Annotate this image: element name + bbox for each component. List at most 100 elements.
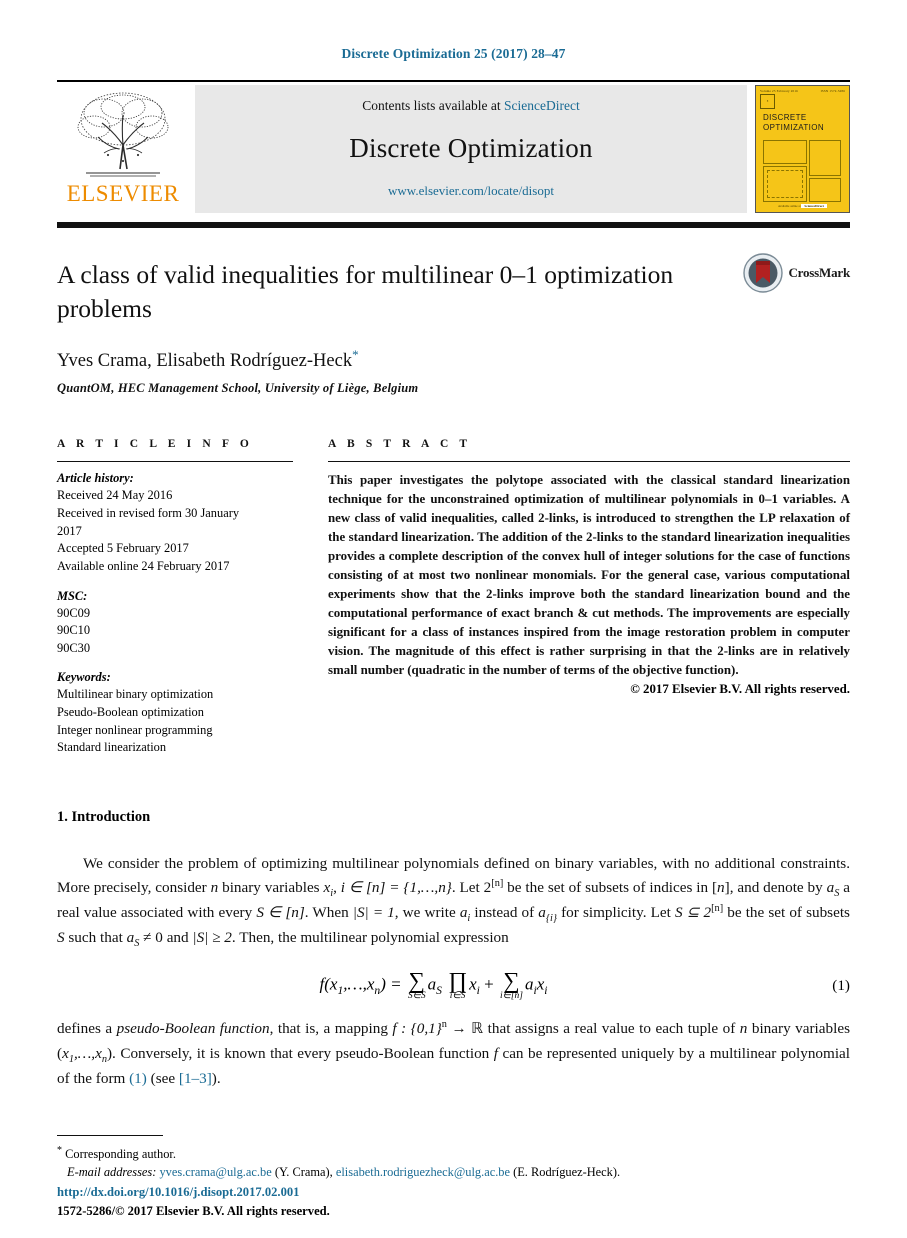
citation-link[interactable]: [1–3] <box>179 1070 212 1087</box>
intro-p1-text-d: . Let 2 <box>451 879 492 897</box>
author-list: Yves Crama, Elisabeth Rodríguez-Heck* <box>57 347 850 372</box>
math-index-set: i ∈ [n] = {1,…,n} <box>340 879 452 897</box>
cover-issn-line: ISSN 1572-5286 <box>820 89 845 93</box>
cover-title-line-1: DISCRETE <box>763 113 807 122</box>
eq-coef-1: a <box>427 974 437 994</box>
intro-p1-text-h: . When <box>304 904 353 922</box>
equation-reference-link[interactable]: (1) <box>129 1070 147 1087</box>
doi-link[interactable]: http://dx.doi.org/10.1016/j.disopt.2017.… <box>57 1185 330 1200</box>
journal-masthead: ELSEVIER Contents lists available at Sci… <box>57 80 850 213</box>
title-block: CrossMark A class of valid inequalities … <box>57 253 850 396</box>
math-sup-n-2: [n] <box>711 902 724 914</box>
cover-volume-line: Volume 25 February 2016 <box>760 89 798 93</box>
eq-sum-2: ∑ i∈[n] <box>499 968 523 1002</box>
footnote-corresponding-author: * Corresponding author. <box>57 1143 850 1164</box>
email-owner-crama: (Y. Crama), <box>274 1165 333 1180</box>
intro-p1-text-i: , we write <box>394 904 460 922</box>
cover-title: DISCRETE OPTIMIZATION <box>763 113 849 133</box>
article-history-label: Article history: <box>57 471 134 486</box>
intro-p1-text-m: such that <box>64 928 127 946</box>
intro-p1-text-e: be the set of subsets of indices in [ <box>503 879 718 897</box>
msc-item: 90C09 <box>57 605 91 620</box>
article-info-column: A R T I C L E I N F O Article history: R… <box>57 438 293 756</box>
product-limit: i∈S <box>449 991 466 1002</box>
history-item: Available online 24 February 2017 <box>57 558 230 573</box>
section-heading-introduction: 1. Introduction <box>57 808 151 825</box>
history-item: Accepted 5 February 2017 <box>57 541 189 556</box>
intro-p1-text-o: . Then, the multilinear polynomial expre… <box>231 928 509 946</box>
contents-band: Contents lists available at ScienceDirec… <box>195 85 747 213</box>
msc-item: 90C30 <box>57 640 91 655</box>
math-tuple-mid: ,…,x <box>73 1045 102 1063</box>
eq-plus: + <box>484 974 494 994</box>
sum-glyph-2: ∑ <box>503 968 520 994</box>
keywords-label: Keywords: <box>57 670 111 685</box>
footnote-emails: E-mail addresses: yves.crama@ulg.ac.be (… <box>57 1163 850 1182</box>
intro-p1-text-l: be the set of subsets <box>723 904 850 922</box>
sum-glyph: ∑ <box>408 968 425 994</box>
article-info-heading: A R T I C L E I N F O <box>57 438 253 451</box>
keyword-item: Pseudo-Boolean optimization <box>57 704 204 719</box>
intro-p1-text-b: binary variables <box>218 879 324 897</box>
math-abs-S-eq-1: |S| = 1 <box>352 904 395 922</box>
abstract-rule <box>328 461 850 463</box>
equation-1-number: (1) <box>832 976 850 994</box>
footnote-rule <box>57 1134 163 1136</box>
cover-footer-brand: ScienceDirect <box>801 204 828 208</box>
math-S-in-n: S ∈ [n] <box>256 904 305 922</box>
intro-p1-text-n: ≠ 0 and <box>139 928 193 946</box>
cover-elsevier-mark: E <box>760 94 775 109</box>
intro-p2-text-a: defines a <box>57 1020 117 1038</box>
intro-p1-text-c: , <box>333 879 341 897</box>
math-n-2: n <box>717 879 725 897</box>
math-S-var: S <box>57 928 65 946</box>
eq-lhs-mid: ,…,x <box>343 974 375 994</box>
journal-homepage-link[interactable]: www.elsevier.com/locate/disopt <box>388 183 554 199</box>
crossmark-badge[interactable]: CrossMark <box>743 253 850 293</box>
msc-item: 90C10 <box>57 623 91 638</box>
intro-p2-text-b: , that is, a mapping <box>269 1020 393 1038</box>
cover-artwork <box>763 140 841 202</box>
eq-lhs: f(x <box>319 974 338 994</box>
crossmark-label: CrossMark <box>788 265 850 280</box>
author-names: Yves Crama, Elisabeth Rodríguez-Heck <box>57 351 353 372</box>
eq-var-1: x <box>469 974 477 994</box>
footer-block: http://dx.doi.org/10.1016/j.disopt.2017.… <box>57 1185 330 1220</box>
math-mapping: f : {0,1} <box>392 1020 442 1038</box>
crossmark-icon <box>743 253 784 293</box>
corresponding-author-marker[interactable]: * <box>352 347 359 362</box>
email-link-rodriguezheck[interactable]: elisabeth.rodriguezheck@ulg.ac.be <box>336 1165 510 1179</box>
eq-lhs-end: ) = <box>380 974 402 994</box>
eq-coef-1-sub: S <box>436 984 442 998</box>
math-a-brace: a <box>538 904 546 922</box>
abstract-heading: A B S T R A C T <box>328 438 472 451</box>
intro-p1-text-k: for simplicity. Let <box>557 904 675 922</box>
sciencedirect-link[interactable]: ScienceDirect <box>504 98 580 113</box>
intro-p2-text-e: ). Conversely, it is known that every ps… <box>107 1045 494 1063</box>
elsevier-tree-icon <box>77 92 169 177</box>
math-sub-brace-i: {i} <box>545 913 558 925</box>
article-info-rule <box>57 461 293 463</box>
history-item: Received in revised form 30 January <box>57 506 240 521</box>
eq-sum-1: ∑ S∈S <box>407 968 426 1002</box>
elsevier-wordmark: ELSEVIER <box>66 181 180 206</box>
sum-1-limit: S∈S <box>407 991 426 1002</box>
footnote-star-marker: * <box>57 1144 62 1156</box>
sum-2-limit: i∈[n] <box>499 991 523 1002</box>
abstract-copyright: © 2017 Elsevier B.V. All rights reserved… <box>630 682 850 697</box>
math-S-subset: S ⊆ 2 <box>674 904 712 922</box>
email-link-crama[interactable]: yves.crama@ulg.ac.be <box>159 1165 271 1179</box>
history-item: Received 24 May 2016 <box>57 488 173 503</box>
cover-title-line-2: OPTIMIZATION <box>763 123 825 132</box>
math-tuple-x: x <box>62 1045 69 1063</box>
history-item: 2017 <box>57 523 82 538</box>
affiliation: QuantOM, HEC Management School, Universi… <box>57 381 419 396</box>
cover-topbar: Volume 25 February 2016 ISSN 1572-5286 <box>756 86 849 93</box>
intro-p1-text-j: instead of <box>470 904 539 922</box>
abstract-text: This paper investigates the polytope ass… <box>328 473 850 678</box>
product-glyph: ∏ <box>448 968 468 994</box>
masthead-bottom-rule <box>57 222 850 228</box>
math-abs-S-ge-2: |S| ≥ 2 <box>192 928 232 946</box>
math-mapping-arrow: → ℝ <box>446 1020 484 1038</box>
